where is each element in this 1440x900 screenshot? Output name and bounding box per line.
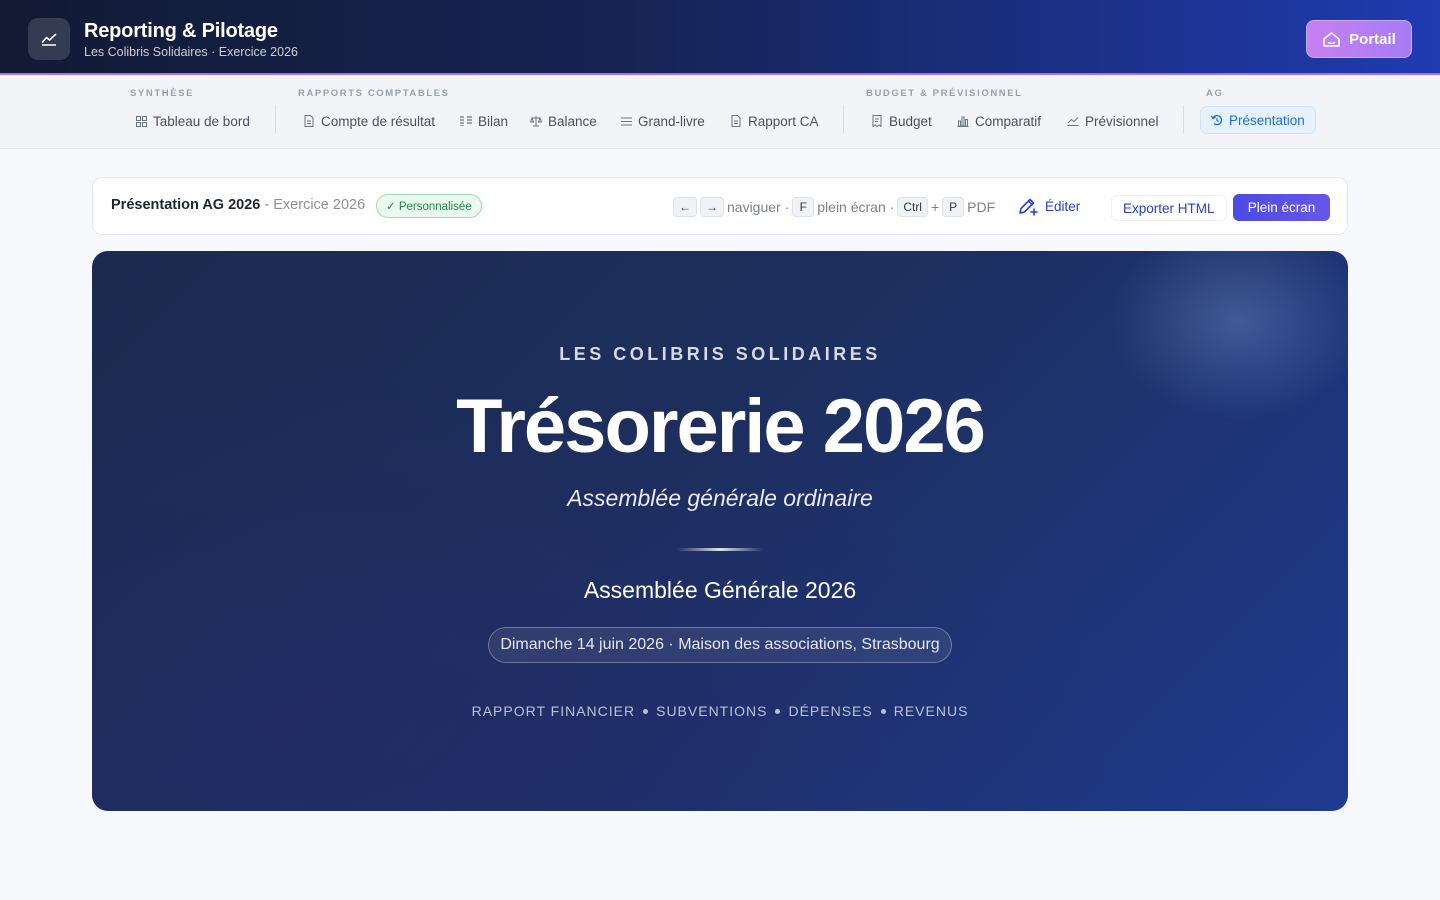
receipt-icon xyxy=(871,115,883,127)
nav-label: Budget xyxy=(889,113,932,129)
grid-icon xyxy=(135,115,147,127)
hint-navigate: naviguer · xyxy=(727,199,790,215)
bullet-dot xyxy=(775,708,781,714)
line-chart-icon xyxy=(41,33,57,46)
key-ctrl: Ctrl xyxy=(897,197,928,217)
nav-divider xyxy=(843,105,844,133)
keyboard-hints: ← → naviguer · F plein écran · Ctrl + P … xyxy=(673,197,995,217)
nav-item-rapport-ca[interactable]: Rapport CA xyxy=(730,110,819,132)
slide-ag-title: Assemblée Générale 2026 xyxy=(583,577,857,603)
home-icon xyxy=(1323,31,1340,47)
nav-label: Prévisionnel xyxy=(1085,113,1159,129)
scale-icon xyxy=(530,115,542,127)
hint-plus: + xyxy=(930,199,940,215)
nav-item-comparatif[interactable]: Comparatif xyxy=(957,110,1041,132)
document-separator: - xyxy=(260,197,274,213)
presentation-icon xyxy=(1211,114,1223,126)
nav-label: Bilan xyxy=(478,113,509,129)
slide-title: Trésorerie 2026 xyxy=(456,384,986,469)
nav-item-balance[interactable]: Balance xyxy=(530,110,597,132)
pencil-plus-icon xyxy=(1019,198,1038,216)
nav-item-compte-de-resultat[interactable]: Compte de résultat xyxy=(303,110,435,132)
nav-label: Présentation xyxy=(1229,112,1305,128)
key-right: → xyxy=(700,197,724,217)
topic: DÉPENSES xyxy=(788,703,873,719)
edit-label: Éditer xyxy=(1045,198,1081,214)
nav-label: Comparatif xyxy=(975,113,1042,129)
nav-divider xyxy=(1183,105,1184,133)
nav-divider xyxy=(275,105,276,133)
status-badge: ✓ Personnalisée xyxy=(376,194,482,218)
trend-icon xyxy=(1067,115,1079,127)
document-exercise: Exercice 2026 xyxy=(273,197,366,213)
key-f: F xyxy=(792,197,815,217)
columns-icon xyxy=(460,115,472,127)
nav-item-budget[interactable]: Budget xyxy=(871,110,932,132)
nav-group-synthese: SYNTHÈSE xyxy=(130,88,195,99)
presentation-slide: LES COLIBRIS SOLIDAIRES Trésorerie 2026 … xyxy=(92,251,1348,811)
key-left: ← xyxy=(673,197,697,217)
slide-date-place: Dimanche 14 juin 2026 · Maison des assoc… xyxy=(488,627,952,663)
bullet-dot xyxy=(643,708,649,714)
presentation-toolbar: Présentation AG 2026 - Exercice 2026 ✓ P… xyxy=(92,177,1348,235)
fullscreen-button[interactable]: Plein écran xyxy=(1233,194,1330,221)
document-name: Présentation AG 2026 xyxy=(111,197,261,213)
portal-button[interactable]: Portail xyxy=(1306,20,1412,58)
document-icon xyxy=(730,115,742,127)
bullet-dot xyxy=(880,708,886,714)
slide-organization: LES COLIBRIS SOLIDAIRES xyxy=(559,344,881,364)
nav-group-rapports: RAPPORTS COMPTABLES xyxy=(298,88,450,99)
bar-chart-icon xyxy=(957,115,969,127)
slide-subtitle: Assemblée générale ordinaire xyxy=(567,485,873,511)
hint-pdf: PDF xyxy=(967,199,996,215)
nav-item-presentation[interactable]: Présentation xyxy=(1200,106,1316,134)
document-icon xyxy=(303,115,315,127)
slide-topics: RAPPORT FINANCIER SUBVENTIONS DÉPENSES REVE… xyxy=(92,703,1348,719)
nav-item-previsionnel[interactable]: Prévisionnel xyxy=(1067,110,1159,132)
nav-item-grand-livre[interactable]: Grand-livre xyxy=(620,110,705,132)
topic: SUBVENTIONS xyxy=(656,703,768,719)
nav-label: Grand-livre xyxy=(638,113,705,129)
export-html-button[interactable]: Exporter HTML xyxy=(1111,195,1227,221)
edit-button[interactable]: Éditer xyxy=(1017,196,1080,216)
list-icon xyxy=(620,115,632,127)
nav-item-bilan[interactable]: Bilan xyxy=(460,110,508,132)
key-p: P xyxy=(942,197,965,217)
nav-label: Balance xyxy=(548,113,597,129)
topic: RAPPORT FINANCIER xyxy=(471,703,636,719)
portal-label: Portail xyxy=(1349,30,1396,48)
nav-group-ag: AG xyxy=(1206,88,1224,99)
app-header: Reporting & Pilotage Les Colibris Solida… xyxy=(0,0,1440,75)
slide-divider xyxy=(677,548,763,551)
nav-group-budget: BUDGET & PRÉVISIONNEL xyxy=(866,88,1023,99)
main-nav: SYNTHÈSE Tableau de bord RAPPORTS COMPTA… xyxy=(0,77,1440,149)
topic: REVENUS xyxy=(893,703,969,719)
nav-item-tableau-de-bord[interactable]: Tableau de bord xyxy=(135,110,250,132)
nav-label: Compte de résultat xyxy=(321,113,436,129)
nav-label: Rapport CA xyxy=(748,113,819,129)
nav-label: Tableau de bord xyxy=(153,113,250,129)
document-title: Présentation AG 2026 - Exercice 2026 xyxy=(111,197,365,213)
app-logo[interactable] xyxy=(28,18,70,60)
hint-fullscreen: plein écran · xyxy=(817,199,895,215)
app-title: Reporting & Pilotage xyxy=(84,20,278,42)
app-subtitle: Les Colibris Solidaires · Exercice 2026 xyxy=(84,45,298,59)
